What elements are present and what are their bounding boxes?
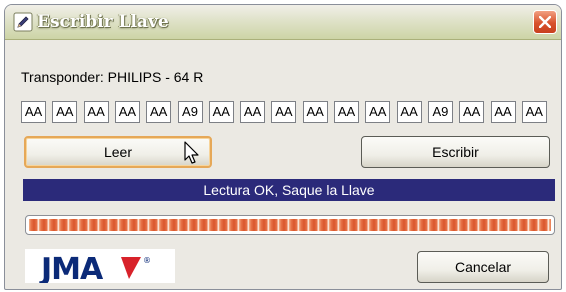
key-byte-field[interactable]: AA (521, 101, 547, 123)
key-byte-field[interactable]: AA (21, 101, 46, 123)
key-byte-field[interactable]: AA (459, 101, 485, 123)
key-byte-field[interactable]: AA (396, 101, 422, 123)
key-byte-field[interactable]: AA (114, 101, 140, 123)
key-byte-field[interactable]: A9 (177, 101, 203, 123)
transponder-label: Transponder: PHILIPS - 64 R (21, 69, 204, 85)
key-byte-field[interactable]: AA (365, 101, 391, 123)
key-byte-field[interactable]: AA (490, 101, 516, 123)
key-byte-field[interactable]: AA (52, 101, 78, 123)
jma-logo: JMA ® (25, 249, 175, 287)
key-byte-field[interactable]: AA (83, 101, 109, 123)
key-byte-field[interactable]: AA (302, 101, 328, 123)
key-byte-field[interactable]: AA (271, 101, 297, 123)
cancel-button[interactable]: Cancelar (417, 251, 549, 283)
mouse-pointer-icon (184, 141, 202, 170)
logo-text: JMA (39, 252, 104, 283)
key-byte-field[interactable]: AA (334, 101, 359, 123)
title-bar[interactable]: Escribir Llave (5, 5, 561, 40)
logo-registered-mark: ® (143, 256, 151, 265)
key-byte-field[interactable]: AA (240, 101, 266, 123)
write-key-dialog: Escribir Llave Transponder: PHILIPS - 64… (4, 4, 562, 290)
write-button[interactable]: Escribir (361, 136, 550, 168)
key-byte-field[interactable]: AA (208, 101, 234, 123)
progress-fill (29, 219, 551, 231)
key-byte-field[interactable]: AA (146, 101, 172, 123)
window-title: Escribir Llave (37, 12, 169, 32)
close-icon (539, 16, 551, 28)
key-byte-field[interactable]: A9 (427, 101, 453, 123)
progress-bar (25, 215, 555, 235)
close-button[interactable] (533, 10, 557, 34)
pencil-icon (13, 12, 33, 32)
status-bar: Lectura OK, Saque la Llave (23, 179, 555, 201)
